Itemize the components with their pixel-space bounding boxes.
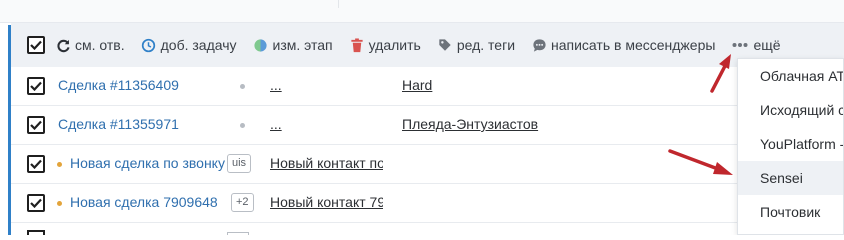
annotation-arrow-more (710, 54, 731, 93)
annotation-arrow-sensei (668, 149, 733, 175)
annotation-arrows (668, 54, 733, 175)
page: см. отв. доб. задачу изм. этап удалить р (0, 0, 844, 235)
